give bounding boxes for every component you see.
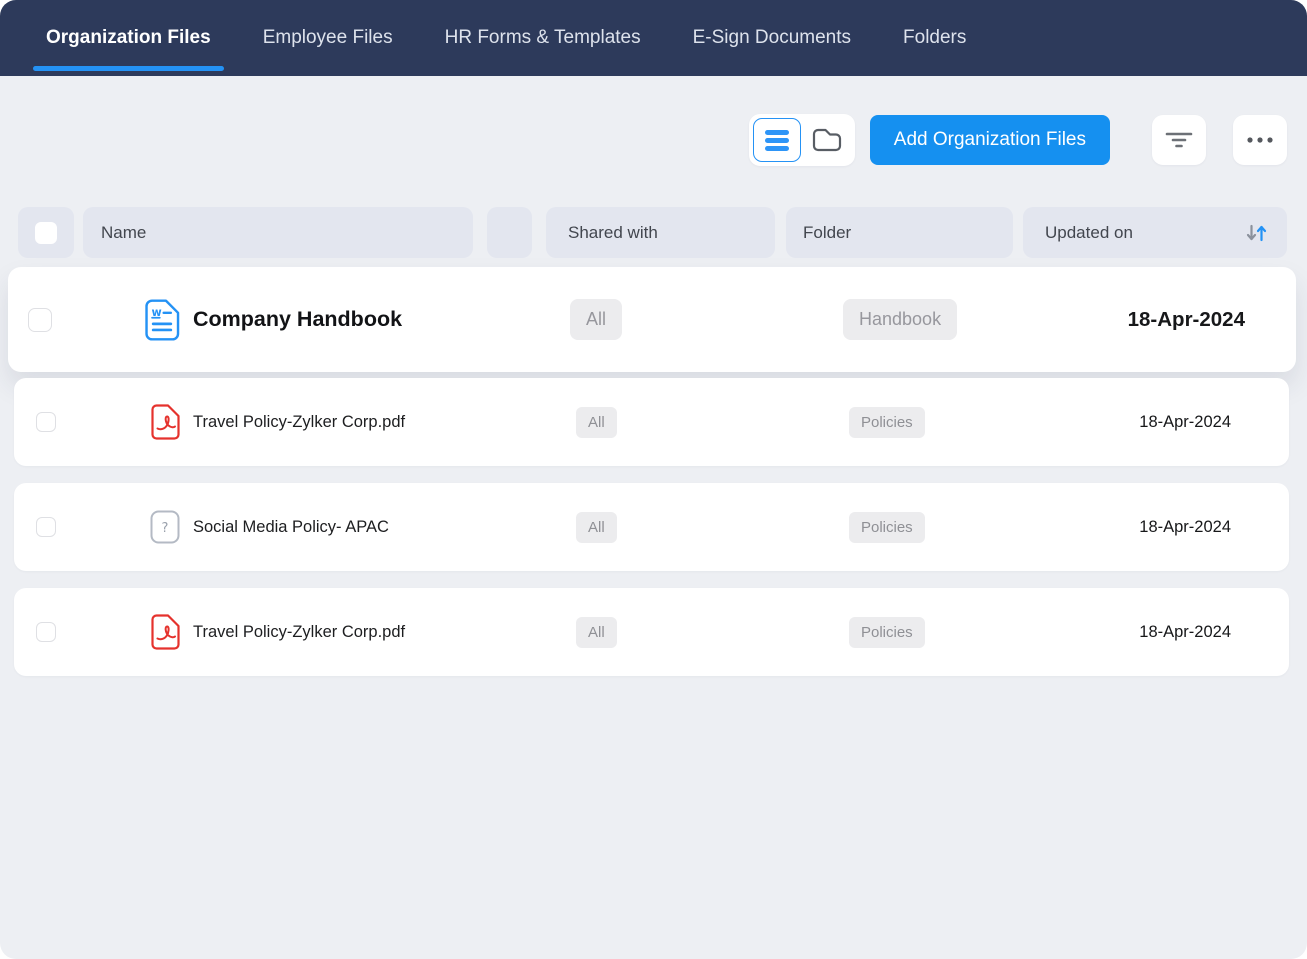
file-name: Travel Policy-Zylker Corp.pdf	[193, 413, 405, 432]
folder-cell: Policies	[849, 407, 1139, 438]
column-header-updated-on[interactable]: Updated on	[1023, 207, 1287, 258]
tab-organization-files[interactable]: Organization Files	[33, 0, 224, 76]
updated-on-date: 18-Apr-2024	[1139, 623, 1289, 642]
nav-tab-label: HR Forms & Templates	[445, 27, 641, 49]
app-window: Organization Files Employee Files HR For…	[0, 0, 1307, 959]
file-row[interactable]: Travel Policy-Zylker Corp.pdf All Polici…	[14, 588, 1289, 676]
file-name: Travel Policy-Zylker Corp.pdf	[193, 623, 405, 642]
shared-with-cell: All	[576, 617, 849, 648]
file-name: Company Handbook	[193, 307, 402, 332]
shared-with-cell: All	[576, 407, 849, 438]
folder-cell: Handbook	[843, 299, 1128, 340]
file-row[interactable]: Travel Policy-Zylker Corp.pdf All Polici…	[14, 378, 1289, 466]
more-options-button[interactable]	[1233, 115, 1287, 165]
file-cell: ? Social Media Policy- APAC	[78, 510, 576, 544]
file-name: Social Media Policy- APAC	[193, 518, 389, 537]
row-checkbox[interactable]	[28, 308, 52, 332]
file-row[interactable]: ? Social Media Policy- APAC All Policies…	[14, 483, 1289, 571]
pdf-icon	[150, 614, 180, 650]
row-checkbox-cell	[14, 622, 78, 642]
shared-with-badge: All	[576, 512, 617, 543]
nav-tab-label: Folders	[903, 27, 966, 49]
tab-folders[interactable]: Folders	[890, 0, 979, 76]
folder-view-button[interactable]	[803, 118, 851, 162]
view-toggle	[749, 114, 855, 166]
unknown-file-icon: ?	[150, 510, 180, 544]
file-cell: Travel Policy-Zylker Corp.pdf	[78, 404, 576, 440]
updated-on-date: 18-Apr-2024	[1139, 413, 1289, 432]
shared-with-badge: All	[570, 299, 622, 340]
svg-text:?: ?	[162, 521, 169, 536]
column-header-blank	[487, 207, 532, 258]
select-all-checkbox[interactable]	[35, 222, 57, 244]
updated-on-date: 18-Apr-2024	[1139, 518, 1289, 537]
row-checkbox[interactable]	[36, 622, 56, 642]
doc-icon: w	[144, 299, 180, 341]
folder-badge: Policies	[849, 407, 925, 438]
updated-on-label: Updated on	[1045, 223, 1133, 243]
tab-employee-files[interactable]: Employee Files	[250, 0, 406, 76]
updated-on-date: 18-Apr-2024	[1128, 308, 1296, 332]
file-cell: w Company Handbook	[72, 299, 570, 341]
row-checkbox-cell	[14, 412, 78, 432]
sort-icon[interactable]	[1246, 223, 1268, 243]
file-row[interactable]: w Company Handbook All Handbook 18-Apr-2…	[8, 267, 1296, 372]
shared-with-badge: All	[576, 617, 617, 648]
shared-with-cell: All	[576, 512, 849, 543]
row-checkbox[interactable]	[36, 517, 56, 537]
ellipsis-icon	[1245, 136, 1275, 144]
file-cell: Travel Policy-Zylker Corp.pdf	[78, 614, 576, 650]
add-organization-files-button[interactable]: Add Organization Files	[870, 115, 1110, 165]
column-header-shared-with[interactable]: Shared with	[546, 207, 775, 258]
pdf-icon	[150, 404, 180, 440]
folder-cell: Policies	[849, 617, 1139, 648]
table-header: Name Shared with Folder Updated on	[18, 207, 1287, 258]
toolbar: Add Organization Files	[20, 115, 1287, 165]
select-all-cell	[18, 207, 74, 258]
top-navigation: Organization Files Employee Files HR For…	[0, 0, 1307, 76]
folder-badge: Policies	[849, 512, 925, 543]
filter-icon	[1165, 131, 1193, 149]
file-rows: w Company Handbook All Handbook 18-Apr-2…	[0, 267, 1307, 676]
nav-tab-label: E-Sign Documents	[693, 27, 851, 49]
tab-e-sign-documents[interactable]: E-Sign Documents	[680, 0, 864, 76]
folder-cell: Policies	[849, 512, 1139, 543]
row-checkbox-cell	[8, 308, 72, 332]
row-checkbox[interactable]	[36, 412, 56, 432]
folder-badge: Policies	[849, 617, 925, 648]
nav-tab-label: Organization Files	[46, 27, 211, 49]
filter-button[interactable]	[1152, 115, 1206, 165]
column-header-folder[interactable]: Folder	[786, 207, 1013, 258]
shared-with-badge: All	[576, 407, 617, 438]
folder-view-icon	[812, 127, 842, 153]
nav-tab-label: Employee Files	[263, 27, 393, 49]
list-view-icon	[763, 128, 791, 153]
folder-badge: Handbook	[843, 299, 957, 340]
list-view-button[interactable]	[753, 118, 801, 162]
row-checkbox-cell	[14, 517, 78, 537]
tab-hr-forms-templates[interactable]: HR Forms & Templates	[432, 0, 654, 76]
shared-with-cell: All	[570, 299, 843, 340]
column-header-name[interactable]: Name	[83, 207, 473, 258]
